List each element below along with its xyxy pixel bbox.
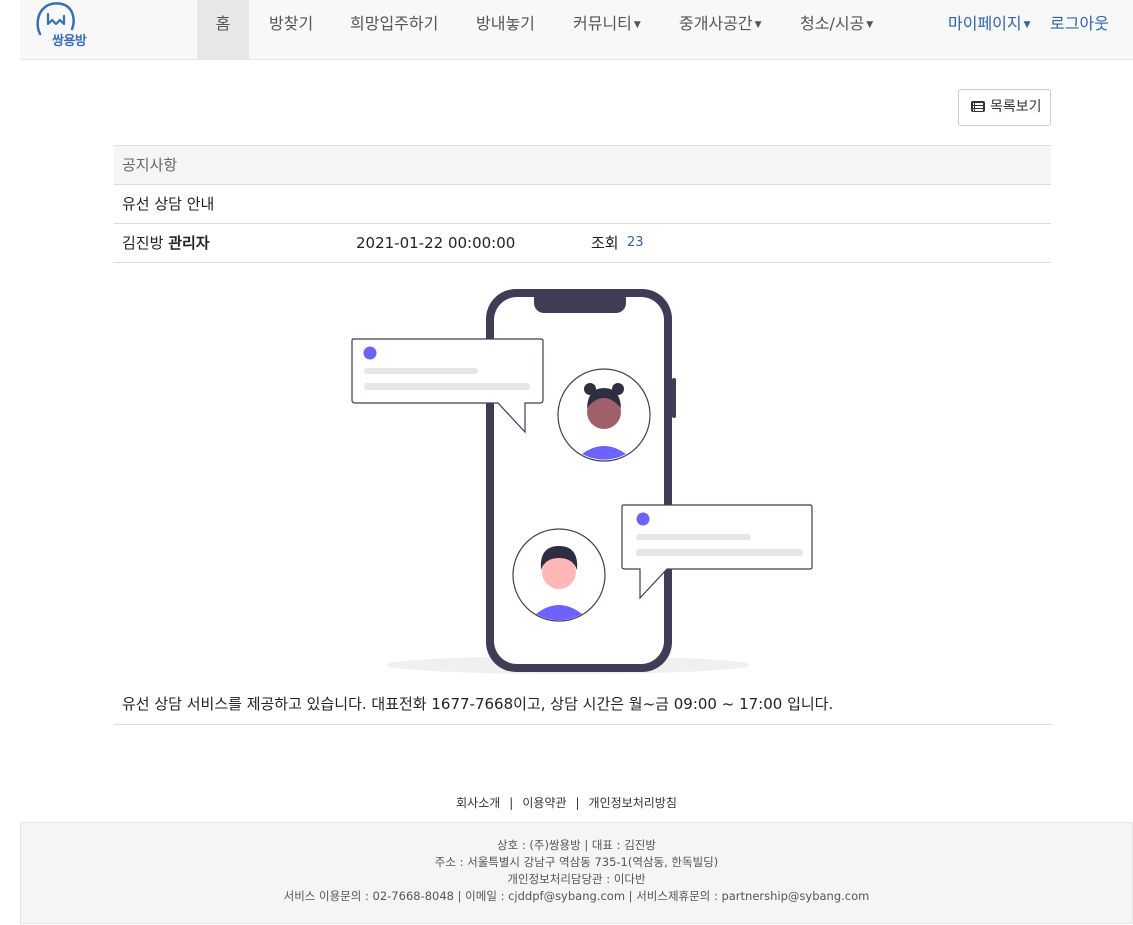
- nav-cleaning[interactable]: 청소/시공 ▼: [800, 0, 873, 60]
- footer-company: 상호 : (주)쌍용방 | 대표 : 김진방: [497, 838, 656, 852]
- views-label: 조회: [591, 234, 619, 252]
- top-navbar: 쌍용방 홈 방찾기 희망입주하기 방내놓기 커뮤니티 ▼ 중개사공간 ▼ 청소/시공…: [20, 0, 1133, 60]
- nav-find-room-label: 방찾기: [269, 14, 314, 33]
- nav-community-label: 커뮤니티: [573, 14, 632, 33]
- article-meta: 김진방 관리자 2021-01-22 00:00:00 조회 23: [114, 224, 1051, 263]
- nav-agent-space-label: 중개사공간: [679, 14, 753, 33]
- article-date: 2021-01-22 00:00:00: [356, 234, 516, 252]
- nav-logout-label: 로그아웃: [1050, 14, 1109, 33]
- caret-down-icon: ▼: [1023, 19, 1031, 30]
- nav-home-label: 홈: [215, 14, 231, 33]
- article-category: 공지사항: [114, 145, 1051, 185]
- nav-agent-space[interactable]: 중개사공간 ▼: [679, 0, 762, 60]
- nav-cleaning-label: 청소/시공: [800, 14, 865, 33]
- footer-contact: 서비스 이용문의 : 02-7668-8048 | 이메일 : cjddpf@s…: [283, 889, 870, 903]
- nav-home[interactable]: 홈: [197, 0, 249, 60]
- footer-separator: |: [575, 796, 580, 810]
- article-author: 김진방 관리자: [122, 224, 210, 262]
- nav-mypage-label: 마이페이지: [948, 14, 1022, 33]
- views-count: 23: [627, 235, 644, 250]
- caret-down-icon: ▼: [633, 19, 641, 30]
- footer-info: 상호 : (주)쌍용방 | 대표 : 김진방 주소 : 서울특별시 강남구 역삼…: [20, 822, 1133, 924]
- nav-list-room-label: 방내놓기: [476, 14, 535, 33]
- author-role: 관리자: [168, 234, 210, 252]
- list-view-label: 목록보기: [990, 99, 1042, 115]
- list-view-button[interactable]: 목록보기: [958, 89, 1051, 126]
- author-name: 김진방: [122, 234, 164, 252]
- footer-link-privacy[interactable]: 개인정보처리방침: [589, 796, 677, 810]
- nav-community[interactable]: 커뮤니티 ▼: [573, 0, 641, 60]
- list-icon: [971, 101, 985, 112]
- nav-mypage[interactable]: 마이페이지 ▼: [948, 0, 1031, 60]
- footer-separator: |: [509, 796, 514, 810]
- footer-link-terms[interactable]: 이용약관: [522, 796, 566, 810]
- caret-down-icon: ▼: [754, 19, 762, 30]
- nav-wish-move-in[interactable]: 희망입주하기: [350, 0, 438, 60]
- nav-list-room[interactable]: 방내놓기: [476, 0, 535, 60]
- article-title: 유선 상담 안내: [114, 185, 1051, 224]
- article-content: 유선 상담 서비스를 제공하고 있습니다. 대표전화 1677-7668이고, …: [114, 685, 1051, 725]
- brand-logo[interactable]: 쌍용방: [32, 0, 102, 58]
- nav-logout[interactable]: 로그아웃: [1050, 0, 1109, 60]
- footer-privacy-officer: 개인정보처리담당관 : 이다반: [507, 872, 646, 886]
- brand-name: 쌍용방: [52, 34, 87, 49]
- nav-wish-move-in-label: 희망입주하기: [350, 14, 439, 33]
- footer-address: 주소 : 서울특별시 강남구 역삼동 735-1(역삼동, 한독빌딩): [434, 855, 719, 869]
- caret-down-icon: ▼: [866, 19, 874, 30]
- nav-find-room[interactable]: 방찾기: [269, 0, 313, 60]
- phone-chat-illustration: [351, 289, 813, 674]
- footer-link-about[interactable]: 회사소개: [456, 796, 500, 810]
- footer-links: 회사소개 | 이용약관 | 개인정보처리방침: [0, 794, 1133, 811]
